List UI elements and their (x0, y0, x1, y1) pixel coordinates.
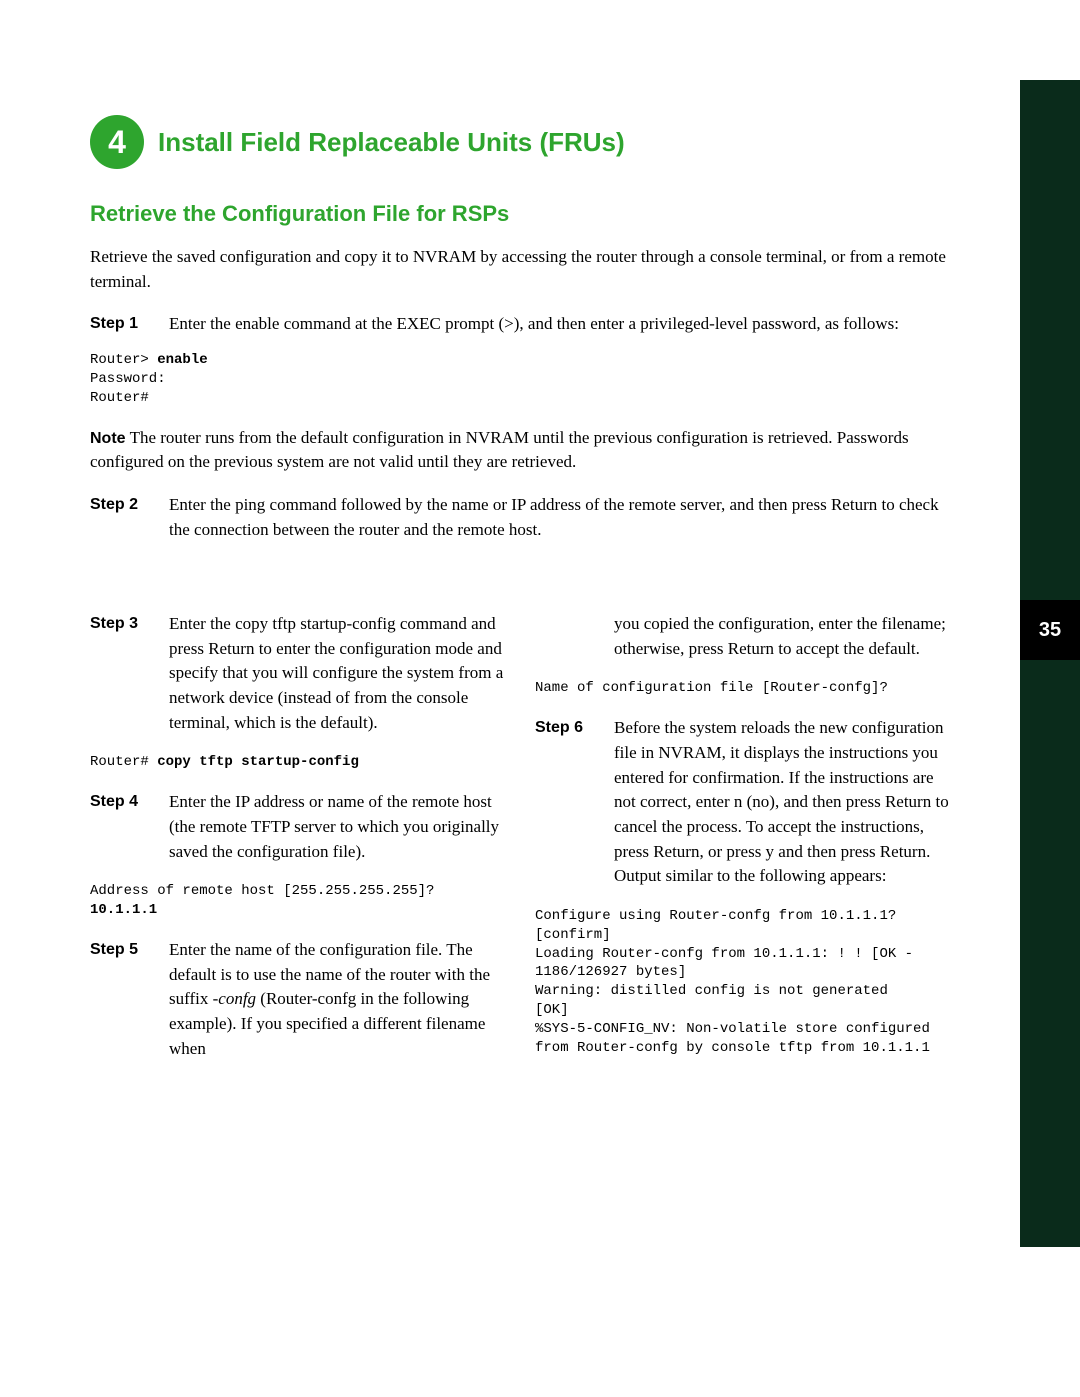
note-text: The router runs from the default configu… (90, 428, 909, 472)
code-block-config-name: Name of configuration file [Router-confg… (535, 679, 950, 698)
note-label: Note (90, 430, 130, 447)
step-6: Step 6 Before the system reloads the new… (535, 716, 950, 888)
code-text: Password: (90, 371, 166, 387)
step-1: Step 1 Enter the enable command at the E… (90, 312, 950, 337)
step-body: Before the system reloads the new config… (614, 716, 950, 888)
code-command: copy tftp startup-config (157, 754, 359, 770)
step-body: you copied the configuration, enter the … (614, 612, 950, 661)
page-number: 35 (1020, 600, 1080, 660)
step-label: Step 5 (90, 938, 155, 1061)
step-4: Step 4 Enter the IP address or name of t… (90, 790, 505, 864)
chapter-header: 4 Install Field Replaceable Units (FRUs) (90, 115, 950, 169)
code-text: Router# (90, 754, 157, 770)
step-body: Enter the IP address or name of the remo… (169, 790, 505, 864)
page-content: 4 Install Field Replaceable Units (FRUs)… (90, 115, 950, 1061)
step-label: Step 4 (90, 790, 155, 864)
section-title: Retrieve the Configuration File for RSPs (90, 201, 950, 227)
step-text-italic: -confg (213, 989, 256, 1008)
step-label: Step 6 (535, 716, 600, 888)
step-5: Step 5 Enter the name of the configurati… (90, 938, 505, 1061)
intro-paragraph: Retrieve the saved configuration and cop… (90, 245, 950, 294)
chapter-number-circle: 4 (90, 115, 144, 169)
chapter-title: Install Field Replaceable Units (FRUs) (158, 127, 625, 158)
step-5-continued: you copied the configuration, enter the … (535, 612, 950, 661)
step-body: Enter the copy tftp startup-config comma… (169, 612, 505, 735)
step-2: Step 2 Enter the ping command followed b… (90, 493, 950, 542)
note: NoteThe router runs from the default con… (90, 426, 950, 475)
code-block-enable: Router> enable Password: Router# (90, 351, 950, 408)
code-block-output: Configure using Router-confg from 10.1.1… (535, 907, 950, 1058)
step-body: Enter the enable command at the EXEC pro… (169, 312, 950, 337)
step-label-empty (535, 612, 600, 661)
code-command: enable (157, 352, 207, 368)
two-column-region: Step 3 Enter the copy tftp startup-confi… (90, 612, 950, 1061)
code-text: Address of remote host [255.255.255.255]… (90, 883, 434, 899)
right-column: you copied the configuration, enter the … (535, 612, 950, 1061)
step-label: Step 1 (90, 312, 155, 337)
code-text: Router> (90, 352, 157, 368)
step-3: Step 3 Enter the copy tftp startup-confi… (90, 612, 505, 735)
step-label: Step 2 (90, 493, 155, 542)
side-rail (1020, 80, 1080, 1247)
code-text: Router# (90, 390, 149, 406)
code-block-copy-tftp: Router# copy tftp startup-config (90, 753, 505, 772)
step-body: Enter the name of the configuration file… (169, 938, 505, 1061)
left-column: Step 3 Enter the copy tftp startup-confi… (90, 612, 505, 1061)
step-label: Step 3 (90, 612, 155, 735)
step-body: Enter the ping command followed by the n… (169, 493, 950, 542)
code-command: 10.1.1.1 (90, 902, 157, 918)
code-block-remote-host: Address of remote host [255.255.255.255]… (90, 882, 505, 920)
